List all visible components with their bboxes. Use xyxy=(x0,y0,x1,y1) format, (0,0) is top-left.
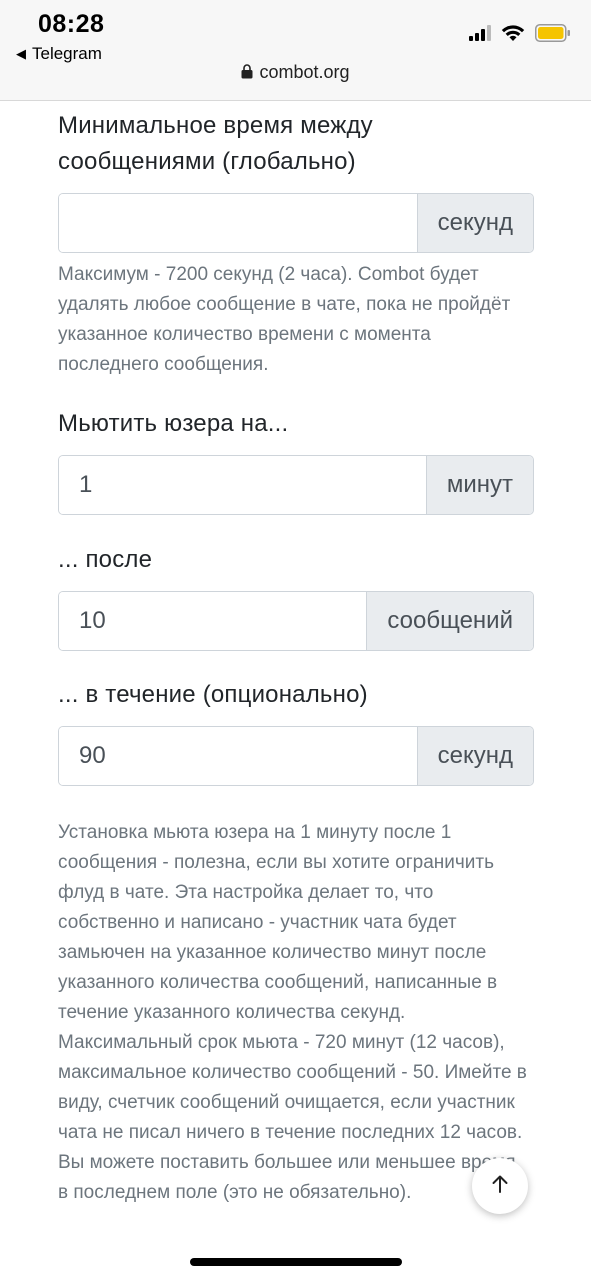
min-time-unit: секунд xyxy=(416,194,533,252)
lock-icon xyxy=(241,63,253,84)
after-input-group: 10 сообщений xyxy=(58,591,534,651)
mute-help-text: Установка мьюта юзера на 1 минуту после … xyxy=(58,822,527,1203)
mute-for-label: Мьютить юзера на... xyxy=(58,410,289,437)
min-time-input[interactable] xyxy=(59,194,417,252)
url-bar[interactable]: combot.org xyxy=(0,62,591,84)
battery-icon xyxy=(535,24,571,47)
during-seconds-input[interactable]: 90 xyxy=(59,727,417,785)
cellular-signal-icon xyxy=(469,25,491,46)
mute-for-input[interactable]: 1 xyxy=(59,456,426,514)
status-icons xyxy=(469,24,571,47)
back-triangle-icon: ◀ xyxy=(16,46,26,61)
home-indicator[interactable] xyxy=(190,1258,402,1266)
during-unit: секунд xyxy=(416,727,533,785)
back-to-app-button[interactable]: ◀ Telegram xyxy=(16,44,102,64)
status-time: 08:28 xyxy=(38,10,105,38)
after-messages-input[interactable]: 10 xyxy=(59,592,367,650)
wifi-icon xyxy=(501,24,525,47)
back-app-label: Telegram xyxy=(32,44,102,63)
min-time-label: Минимальное время между сообщениями (гло… xyxy=(58,112,373,175)
min-time-input-group: секунд xyxy=(58,193,534,253)
scroll-to-top-button[interactable] xyxy=(472,1158,528,1214)
mute-for-unit: минут xyxy=(425,456,533,514)
during-label: ... в течение (опционально) xyxy=(58,681,368,708)
top-chrome: 08:28 ◀ Telegram combot.org xyxy=(0,0,591,101)
url-text: combot.org xyxy=(259,62,350,82)
after-label: ... после xyxy=(58,546,153,573)
mute-for-input-group: 1 минут xyxy=(58,455,534,515)
during-input-group: 90 секунд xyxy=(58,726,534,786)
after-unit: сообщений xyxy=(366,592,533,650)
arrow-up-icon xyxy=(489,1173,511,1200)
min-time-help-text: Максимум - 7200 секунд (2 часа). Combot … xyxy=(58,264,511,375)
